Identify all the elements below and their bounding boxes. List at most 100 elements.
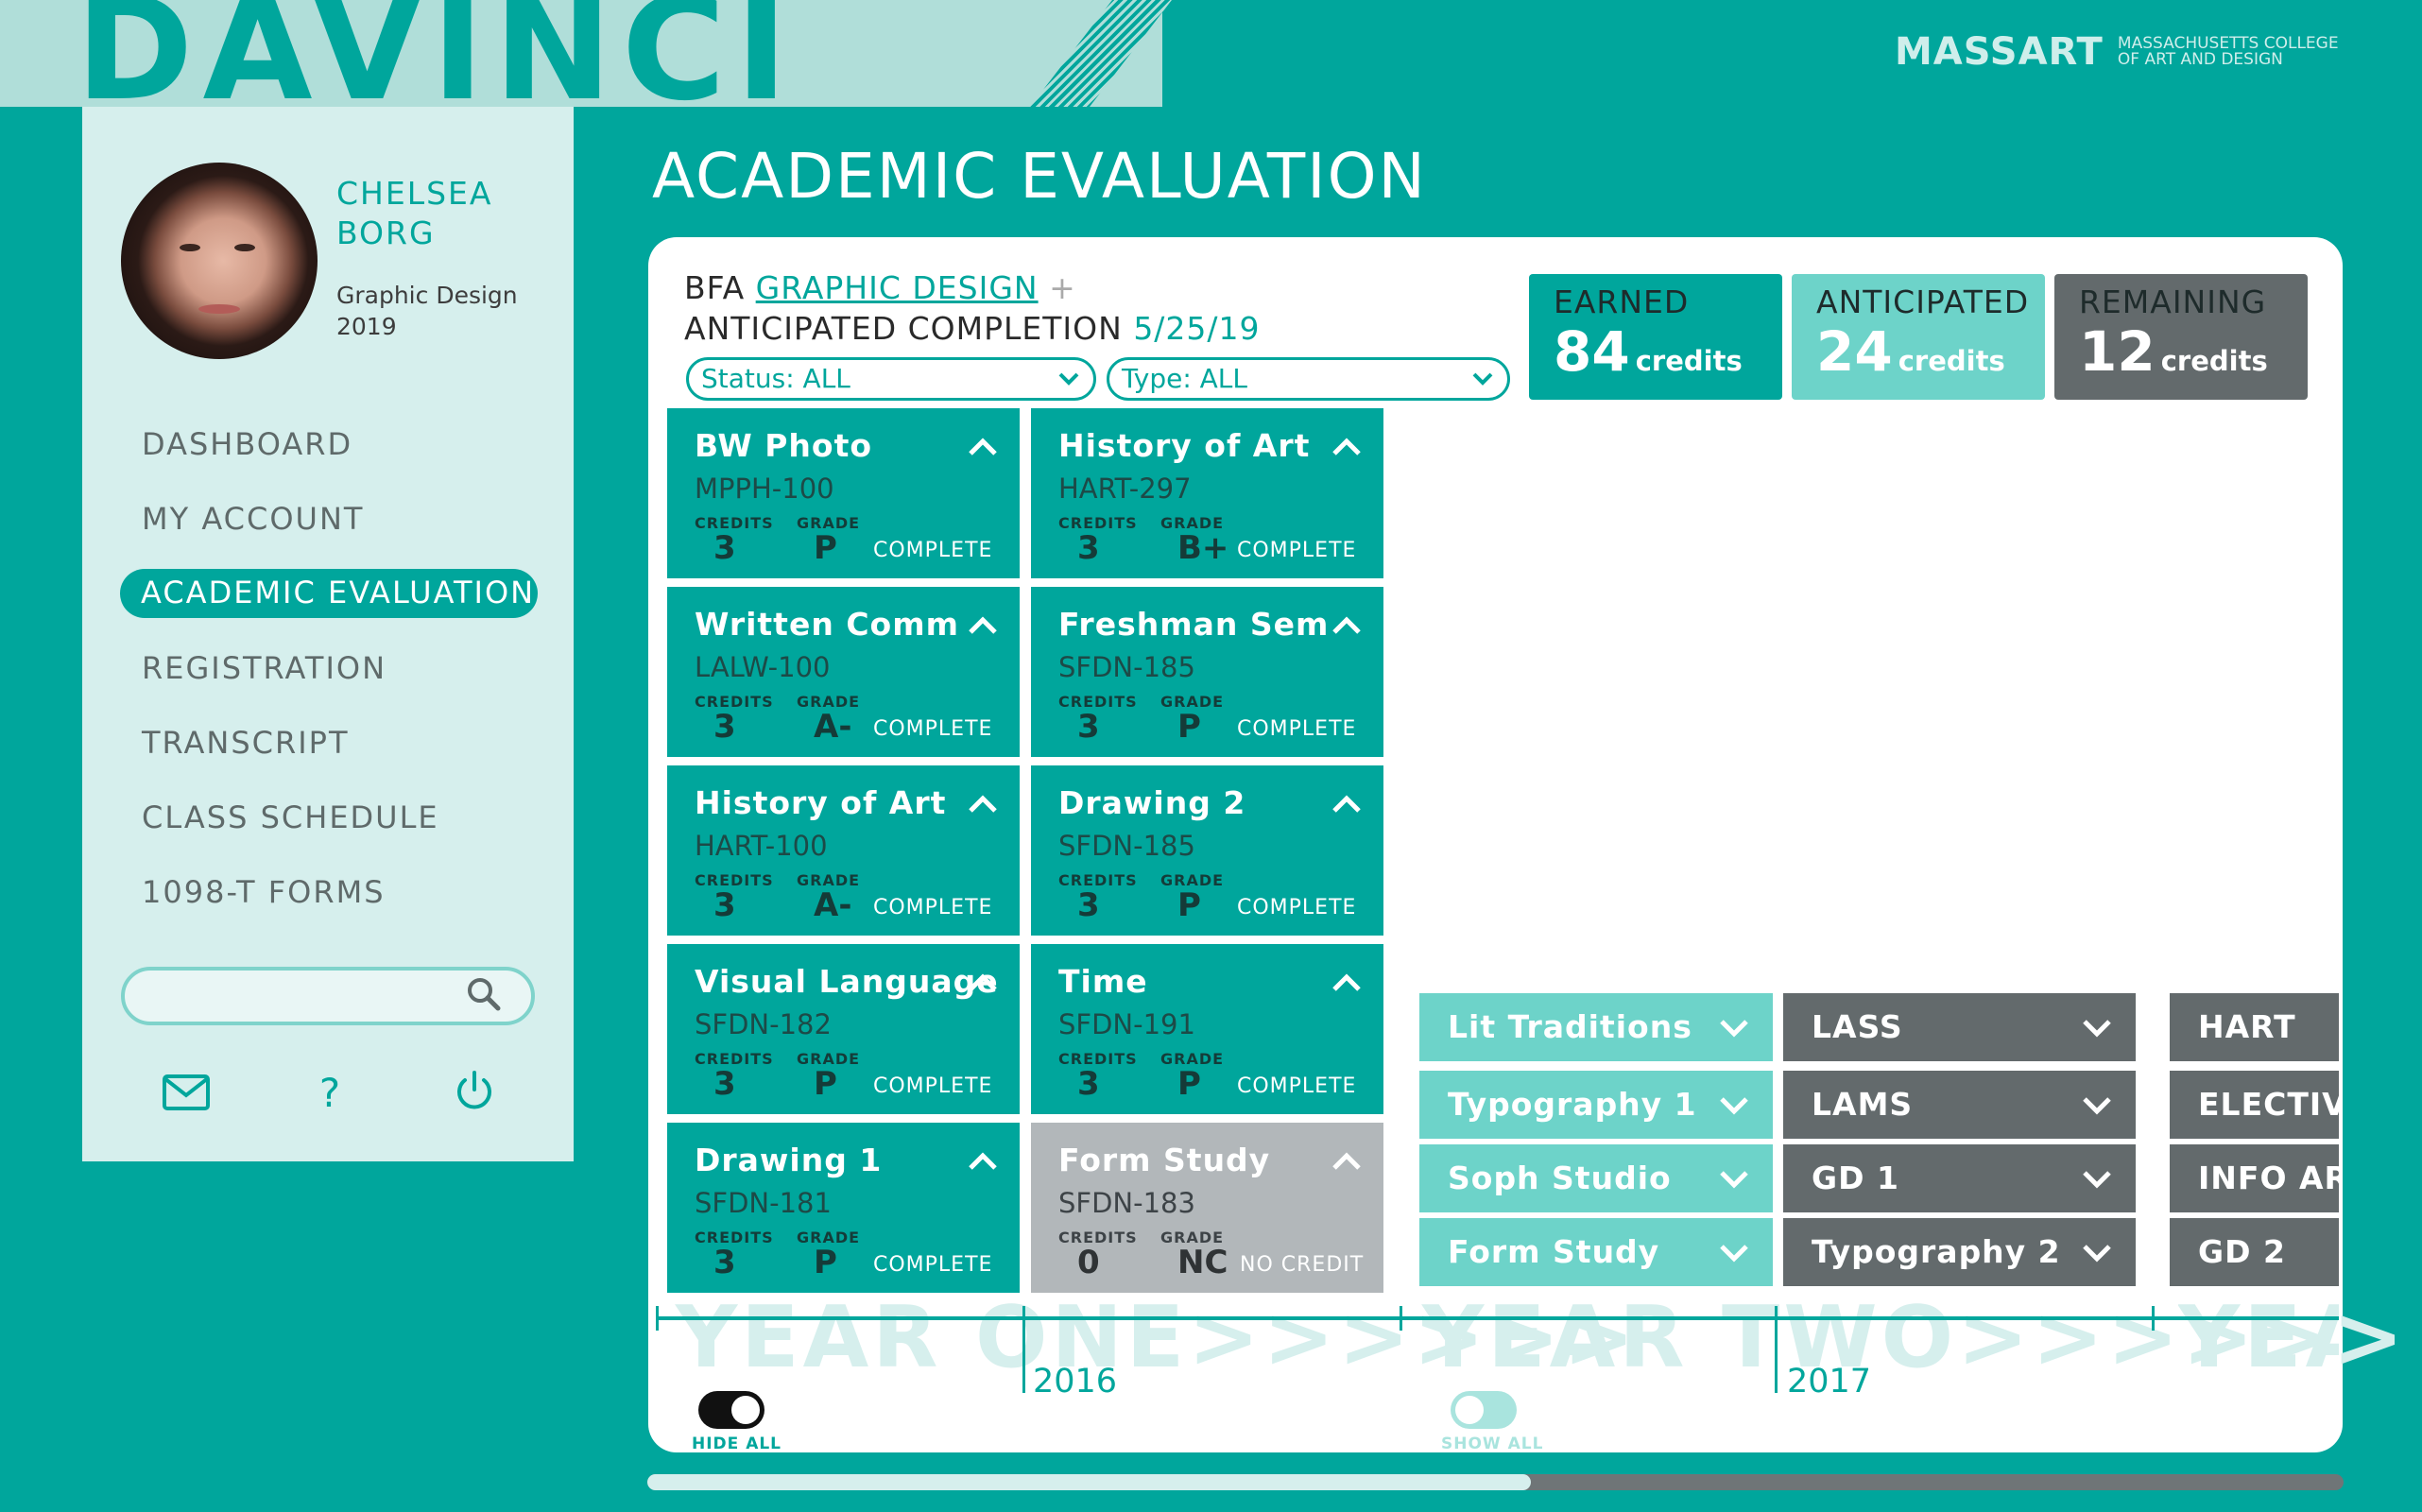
planned-course[interactable]: GD 2 bbox=[2170, 1218, 2339, 1286]
course-credits: 3 bbox=[713, 1065, 736, 1103]
course-card[interactable]: Freshman Sem SFDN-185 CREDITS GRADE 3 P COMPLE… bbox=[1031, 587, 1383, 757]
planned-course[interactable]: GD 1 bbox=[1783, 1144, 2136, 1212]
timeline-tick bbox=[1022, 1306, 1025, 1393]
course-name: Written Comm bbox=[695, 606, 959, 643]
show-all-toggle[interactable] bbox=[1451, 1391, 1517, 1429]
timeline-year-2016: 2016 bbox=[1033, 1363, 1118, 1400]
course-card[interactable]: Time SFDN-191 CREDITS GRADE 3 P COMPLETE bbox=[1031, 944, 1383, 1114]
year-three-label: YEA bbox=[2178, 1288, 2339, 1387]
user-program: Graphic Design 2019 bbox=[336, 280, 518, 342]
course-code: HART-100 bbox=[695, 830, 828, 862]
chevron-down-icon[interactable] bbox=[2081, 1169, 2113, 1190]
chevron-up-icon[interactable] bbox=[967, 437, 999, 457]
planned-course-name: GD 1 bbox=[1812, 1160, 1899, 1196]
user-year: 2019 bbox=[336, 313, 397, 340]
course-card[interactable]: Form Study SFDN-183 CREDITS GRADE 0 NC NO CRED… bbox=[1031, 1123, 1383, 1293]
avatar[interactable] bbox=[121, 163, 318, 359]
degree-info: BFA GRAPHIC DESIGN + bbox=[684, 269, 1076, 306]
college-logo-text: MASSART bbox=[1895, 30, 2104, 74]
course-status: COMPLETE bbox=[873, 896, 993, 919]
nav-academic-evaluation[interactable]: ACADEMIC EVALUATION bbox=[120, 569, 538, 618]
timeline-year-2017: 2017 bbox=[1787, 1363, 1872, 1400]
status-filter-select[interactable]: Status: ALL bbox=[686, 357, 1096, 401]
course-name: Time bbox=[1058, 963, 1148, 1000]
course-card[interactable]: Written Comm LALW-100 CREDITS GRADE 3 A- COMPL… bbox=[667, 587, 1020, 757]
course-status: NO CREDIT bbox=[1240, 1253, 1365, 1277]
planned-course-name: Lit Traditions bbox=[1448, 1008, 1692, 1045]
nav-1098t-forms[interactable]: 1098-T FORMS bbox=[142, 874, 386, 910]
help-icon[interactable]: ? bbox=[304, 1071, 355, 1114]
course-name: BW Photo bbox=[695, 427, 873, 464]
course-name: Drawing 2 bbox=[1058, 784, 1246, 821]
chevron-down-icon[interactable] bbox=[2081, 1243, 2113, 1263]
chevron-down-icon[interactable] bbox=[2081, 1095, 2113, 1116]
chevron-up-icon[interactable] bbox=[967, 1151, 999, 1172]
college-logo[interactable]: MASSART MASSACHUSETTS COLLEGE OF ART AND … bbox=[1895, 30, 2339, 74]
chevron-up-icon[interactable] bbox=[1331, 794, 1363, 815]
planned-course[interactable]: Typography 1 bbox=[1419, 1071, 1773, 1139]
avatar-eye-left bbox=[180, 244, 200, 251]
stat-earned-unit: credits bbox=[1635, 345, 1743, 377]
chevron-up-icon[interactable] bbox=[1331, 615, 1363, 636]
timeline-axis bbox=[657, 1316, 2339, 1320]
mail-icon[interactable] bbox=[161, 1071, 212, 1114]
chevron-up-icon[interactable] bbox=[1331, 1151, 1363, 1172]
degree-major-link[interactable]: GRAPHIC DESIGN bbox=[756, 269, 1039, 306]
chevron-up-icon[interactable] bbox=[967, 794, 999, 815]
power-icon[interactable] bbox=[449, 1069, 500, 1112]
planned-course[interactable]: Lit Traditions bbox=[1419, 993, 1773, 1061]
course-credits: 3 bbox=[713, 1244, 736, 1281]
course-card[interactable]: Drawing 2 SFDN-185 CREDITS GRADE 3 P COMPLETE bbox=[1031, 765, 1383, 936]
planned-course[interactable]: HART bbox=[2170, 993, 2339, 1061]
course-card[interactable]: History of Art HART-297 CREDITS GRADE 3 B+ COM… bbox=[1031, 408, 1383, 578]
nav-transcript[interactable]: TRANSCRIPT bbox=[142, 725, 349, 761]
planned-course[interactable]: LASS bbox=[1783, 993, 2136, 1061]
chevron-up-icon[interactable] bbox=[967, 972, 999, 993]
course-credits: 0 bbox=[1077, 1244, 1100, 1281]
planned-course[interactable]: Typography 2 bbox=[1783, 1218, 2136, 1286]
chevron-down-icon[interactable] bbox=[1718, 1095, 1750, 1116]
chevron-down-icon[interactable] bbox=[1718, 1018, 1750, 1039]
planned-course[interactable]: LAMS bbox=[1783, 1071, 2136, 1139]
course-card[interactable]: History of Art HART-100 CREDITS GRADE 3 A- COM… bbox=[667, 765, 1020, 936]
course-grade: NC bbox=[1177, 1244, 1228, 1281]
planned-course[interactable]: Soph Studio bbox=[1419, 1144, 1773, 1212]
nav-class-schedule[interactable]: CLASS SCHEDULE bbox=[142, 799, 439, 835]
app-logo[interactable]: DAVINCI bbox=[76, 0, 798, 121]
course-name: Freshman Sem bbox=[1058, 606, 1330, 643]
planned-course-name: LAMS bbox=[1812, 1086, 1914, 1123]
degree-prefix: BFA bbox=[684, 269, 746, 306]
type-filter-select[interactable]: Type: ALL bbox=[1107, 357, 1510, 401]
chevron-up-icon[interactable] bbox=[967, 615, 999, 636]
chevron-up-icon[interactable] bbox=[1331, 437, 1363, 457]
stat-earned-label: EARNED bbox=[1554, 284, 1690, 320]
planned-course[interactable]: Form Study bbox=[1419, 1218, 1773, 1286]
course-credits: 3 bbox=[1077, 1065, 1100, 1103]
scrollbar-thumb[interactable] bbox=[647, 1474, 1531, 1490]
course-grade: P bbox=[814, 1065, 837, 1103]
stat-anticipated-number: 24 bbox=[1816, 319, 1893, 384]
stat-remaining-number: 12 bbox=[2079, 319, 2156, 384]
course-code: SFDN-181 bbox=[695, 1187, 832, 1219]
nav-my-account[interactable]: MY ACCOUNT bbox=[142, 501, 364, 537]
hide-all-toggle[interactable] bbox=[698, 1391, 764, 1429]
completion-label: ANTICIPATED COMPLETION bbox=[684, 310, 1123, 347]
course-card[interactable]: BW Photo MPPH-100 CREDITS GRADE 3 P COMPLETE bbox=[667, 408, 1020, 578]
planned-course[interactable]: ELECTIV bbox=[2170, 1071, 2339, 1139]
add-major-button[interactable]: + bbox=[1049, 269, 1076, 306]
chevron-up-icon[interactable] bbox=[1331, 972, 1363, 993]
course-card[interactable]: Drawing 1 SFDN-181 CREDITS GRADE 3 P COMPLETE bbox=[667, 1123, 1020, 1293]
course-card[interactable]: Visual Language SFDN-182 CREDITS GRADE 3 P COM… bbox=[667, 944, 1020, 1114]
user-program-name: Graphic Design bbox=[336, 282, 518, 309]
course-grade: P bbox=[814, 1244, 837, 1281]
nav-dashboard[interactable]: DASHBOARD bbox=[142, 426, 352, 462]
anticipated-completion: ANTICIPATED COMPLETION 5/25/19 bbox=[684, 310, 1261, 347]
chevron-down-icon[interactable] bbox=[2081, 1018, 2113, 1039]
search-icon[interactable] bbox=[465, 975, 503, 1013]
chevron-down-icon[interactable] bbox=[1718, 1243, 1750, 1263]
nav-registration[interactable]: REGISTRATION bbox=[142, 650, 386, 686]
course-status: COMPLETE bbox=[1237, 896, 1357, 919]
chevron-down-icon[interactable] bbox=[1718, 1169, 1750, 1190]
show-all-label: SHOW ALL bbox=[1441, 1435, 1544, 1453]
planned-course[interactable]: INFO AR bbox=[2170, 1144, 2339, 1212]
